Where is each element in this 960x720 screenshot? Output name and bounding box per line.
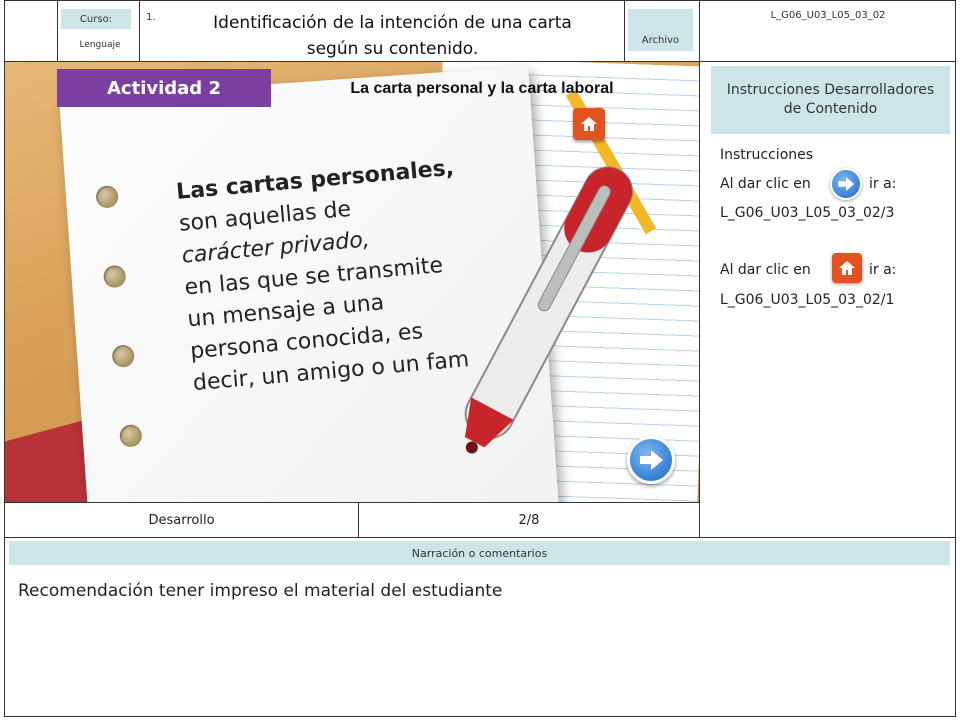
home-icon <box>581 117 597 131</box>
curso-value: Lenguaje <box>79 40 121 50</box>
activity-tab: Actividad 2 <box>57 69 271 107</box>
activity-subtitle: La carta personal y la carta laboral <box>350 80 614 97</box>
paper-hole <box>102 264 127 289</box>
instruction-next-goto: ir a: <box>869 176 897 192</box>
next-button[interactable] <box>627 436 675 484</box>
page-title: Identificación de la intención de una ca… <box>213 13 572 59</box>
curso-label: Curso: <box>61 9 131 29</box>
slide-canvas: Las cartas personales, son aquellas de c… <box>5 62 699 502</box>
next-icon-sample <box>830 168 862 200</box>
stage-label: Desarrollo <box>148 512 215 528</box>
narration-text: Recomendación tener impreso el material … <box>18 581 503 601</box>
pen-illustration <box>464 166 633 454</box>
sidebar-title: Instrucciones Desarrolladores de Conteni… <box>711 66 950 134</box>
paper-hole <box>119 424 143 448</box>
instruction-home-prefix: Al dar clic en <box>720 262 811 278</box>
home-button[interactable] <box>573 108 605 140</box>
home-icon <box>839 261 855 275</box>
instruction-home-target: L_G06_U03_L05_03_02/1 <box>720 292 895 308</box>
next-arrow-icon <box>640 450 663 470</box>
instruction-home-goto: ir a: <box>869 262 897 278</box>
file-code: L_G06_U03_L05_03_02 <box>770 10 886 21</box>
next-arrow-icon <box>838 177 855 191</box>
narration-label: Narración o comentarios <box>9 541 950 565</box>
paper-hole <box>111 344 136 368</box>
instruction-next-target: L_G06_U03_L05_03_02/3 <box>720 205 895 221</box>
instructions-label: Instrucciones <box>720 147 814 163</box>
instruction-next-prefix: Al dar clic en <box>720 176 811 192</box>
home-icon-sample <box>832 253 862 283</box>
page-counter: 2/8 <box>518 512 540 528</box>
paper-hole <box>95 185 119 209</box>
archivo-label: Archivo <box>628 9 693 51</box>
lesson-number: 1. <box>146 12 156 23</box>
